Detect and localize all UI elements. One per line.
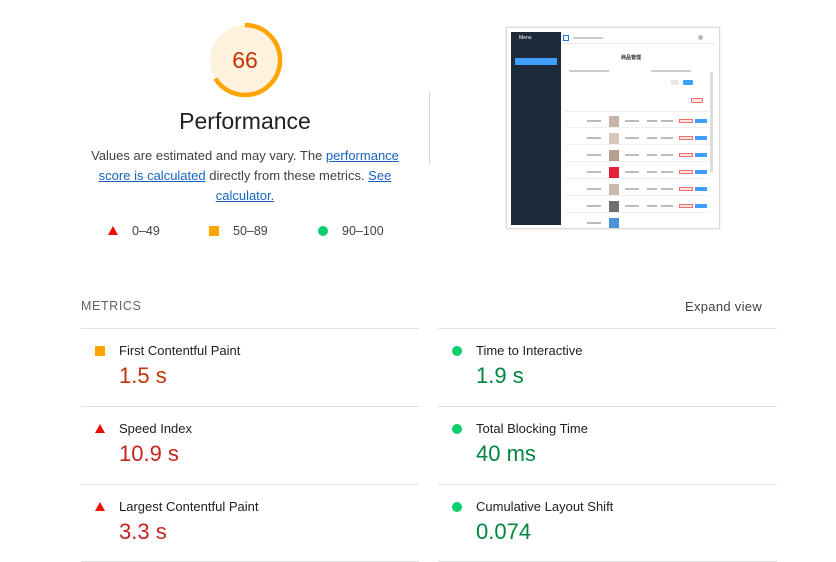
thumb-table-row: [565, 131, 709, 145]
triangle-icon: [108, 226, 118, 235]
legend-label: 90–100: [342, 224, 384, 238]
thumb-batch-delete-button: [691, 98, 703, 103]
thumb-sidebar-item-active: [515, 58, 557, 65]
metric-label: Speed Index: [119, 421, 193, 436]
thumb-sidebar-item: [515, 90, 557, 97]
thumb-search-button: [683, 80, 693, 85]
performance-score: 66: [232, 47, 258, 73]
thumb-sidebar-item: [515, 78, 557, 85]
metric-time-to-interactive: Time to Interactive 1.9 s: [438, 328, 758, 398]
score-legend: 0–49 50–89 90–100: [108, 222, 408, 240]
thumb-topbar: [561, 32, 717, 44]
metric-label: Total Blocking Time: [476, 421, 588, 436]
metric-value: 1.5 s: [119, 363, 167, 388]
thumb-sidebar-item: [515, 48, 557, 55]
performance-gauge: 66: [207, 22, 283, 98]
legend-label: 50–89: [233, 224, 268, 238]
thumb-table-row: [565, 199, 709, 213]
thumb-page-title: 商品管理: [620, 55, 641, 61]
square-icon: [95, 346, 105, 356]
legend-label: 0–49: [132, 224, 160, 238]
description-middle: directly from these metrics.: [205, 168, 369, 183]
circle-icon: [318, 226, 328, 236]
thumb-table-row: [565, 182, 709, 196]
thumb-table-row: [565, 165, 709, 179]
circle-icon: [452, 346, 462, 356]
thumb-table-row: [565, 216, 709, 228]
thumb-filter-bar: [569, 68, 709, 74]
expand-view-toggle[interactable]: Expand view: [685, 299, 762, 314]
metric-total-blocking-time: Total Blocking Time 40 ms: [438, 406, 758, 476]
triangle-icon: [95, 424, 105, 433]
thumb-breadcrumb: [573, 37, 603, 39]
avatar: [698, 35, 703, 40]
thumb-table-row: [565, 148, 709, 162]
thumb-reset-button: [671, 80, 679, 85]
thumb-scrollbar: [710, 72, 713, 172]
metric-largest-contentful-paint: Largest Contentful Paint 3.3 s: [81, 484, 401, 554]
description-prefix: Values are estimated and may vary. The: [91, 148, 326, 163]
vertical-divider: [429, 92, 430, 164]
thumb-table-header: [565, 104, 709, 112]
circle-icon: [452, 424, 462, 434]
grid-icon: [563, 35, 569, 41]
thumb-menu-title: Menu: [519, 35, 532, 41]
square-icon: [209, 226, 219, 236]
metric-first-contentful-paint: First Contentful Paint 1.5 s: [81, 328, 401, 398]
metric-value: 3.3 s: [119, 519, 167, 544]
circle-icon: [452, 502, 462, 512]
metrics-header: METRICS: [81, 299, 142, 313]
thumb-table-row: [565, 114, 709, 128]
triangle-icon: [95, 502, 105, 511]
metric-value: 0.074: [476, 519, 532, 544]
metric-label: Time to Interactive: [476, 343, 583, 358]
thumb-sidebar-item: [515, 68, 557, 75]
metric-label: Cumulative Layout Shift: [476, 499, 614, 514]
metric-value: 10.9 s: [119, 441, 179, 466]
thumb-sidebar: Menu: [511, 32, 561, 225]
metric-speed-index: Speed Index 10.9 s: [81, 406, 401, 476]
metric-label: Largest Contentful Paint: [119, 499, 259, 514]
metric-cumulative-layout-shift: Cumulative Layout Shift 0.074: [438, 484, 758, 554]
thumb-main: 商品管理: [561, 32, 717, 228]
final-screenshot-thumbnail[interactable]: Menu 商品管理: [506, 27, 720, 229]
metric-value: 1.9 s: [476, 363, 524, 388]
performance-description: Values are estimated and may vary. The p…: [90, 146, 400, 206]
performance-title: Performance: [179, 108, 311, 134]
metric-value: 40 ms: [476, 441, 536, 466]
metric-label: First Contentful Paint: [119, 343, 241, 358]
